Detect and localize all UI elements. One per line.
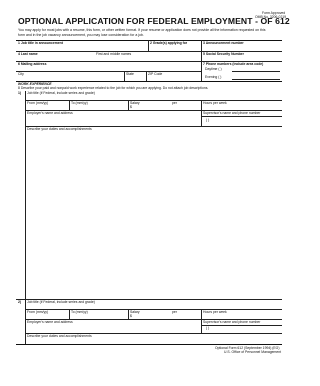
rule — [16, 71, 201, 72]
divider — [124, 71, 125, 81]
job2-number: 2) — [18, 300, 22, 304]
divider — [201, 100, 202, 126]
divider — [69, 309, 70, 319]
evening-phone-input[interactable] — [232, 74, 280, 79]
divider — [128, 309, 129, 319]
divider — [201, 61, 202, 81]
job2-supervisor-label: Supervisor's name and phone number — [203, 320, 261, 324]
divider — [148, 40, 149, 51]
divider — [128, 100, 129, 110]
job1-number: 1) — [18, 91, 22, 95]
bottom-rule — [16, 344, 282, 345]
intro-text: You may apply for most jobs with a resum… — [18, 28, 266, 37]
form-title: OPTIONAL APPLICATION FOR FEDERAL EMPLOYM… — [18, 16, 290, 26]
rule — [25, 100, 282, 101]
divider — [201, 51, 202, 61]
footer-agency: U.S. Office of Personnel Management — [224, 350, 282, 354]
job-section-left-border — [25, 91, 26, 299]
divider — [201, 309, 202, 333]
job1-employer-input[interactable] — [27, 115, 199, 126]
evening-label: Evening ( ) — [205, 75, 222, 79]
divider — [146, 71, 147, 81]
daytime-line — [232, 71, 280, 72]
job1-supervisor-input[interactable] — [203, 117, 281, 125]
daytime-phone-input[interactable] — [232, 66, 280, 71]
daytime-label: Daytime ( ) — [205, 67, 222, 71]
divider — [201, 40, 202, 51]
evening-line — [232, 79, 280, 80]
job1-duties-label: Describe your duties and accomplishments — [27, 127, 92, 131]
section-rule — [16, 81, 282, 82]
divider — [69, 100, 70, 110]
job2-supervisor-input[interactable] — [203, 326, 281, 332]
rule — [25, 309, 282, 310]
job2-dollar: $ — [130, 314, 132, 318]
job1-duties-input[interactable] — [27, 132, 281, 298]
mailing-address-input[interactable] — [18, 66, 199, 70]
job1-dollar: $ — [130, 105, 132, 109]
job1-supervisor-label: Supervisor's name and phone number — [203, 111, 261, 115]
job-section-left-border — [25, 299, 26, 344]
job2-employer-input[interactable] — [27, 324, 199, 333]
work-instruction: 8 Describe your paid and nonpaid work ex… — [18, 86, 209, 90]
